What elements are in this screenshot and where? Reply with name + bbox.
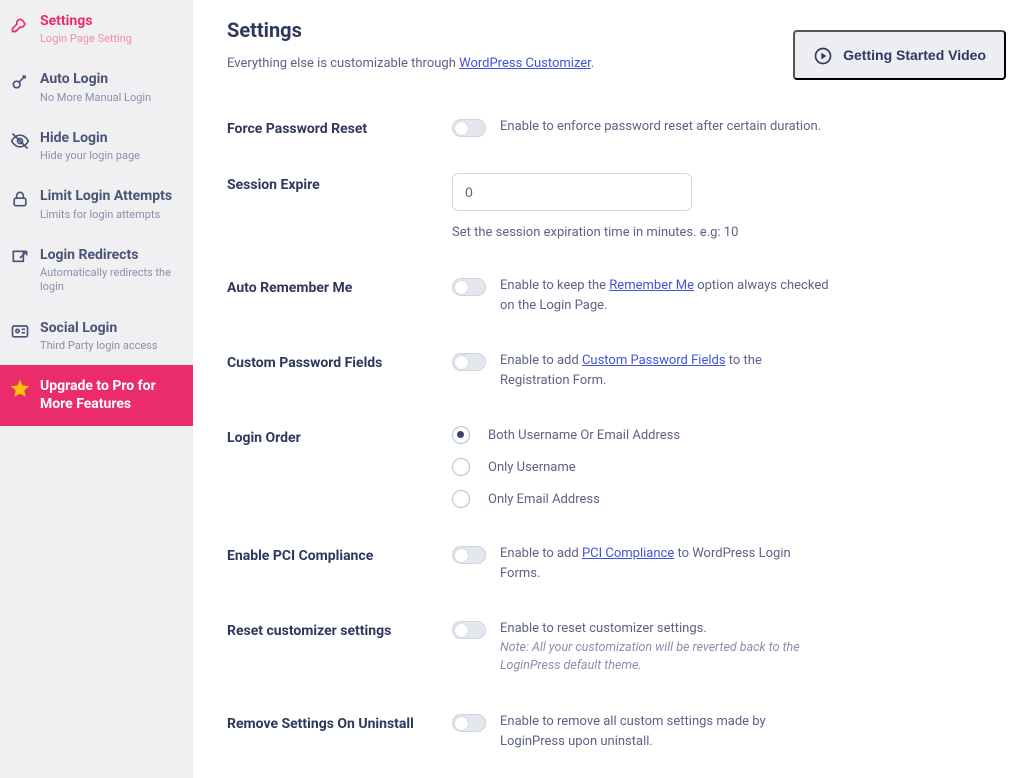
getting-started-video-button[interactable]: Getting Started Video <box>793 30 1006 80</box>
lock-icon <box>10 189 30 209</box>
row-reset-customizer: Reset customizer settings Enable to rese… <box>227 601 990 694</box>
sidebar-item-limit-login-attempts[interactable]: Limit Login Attempts Limits for login att… <box>0 175 193 233</box>
sidebar-item-subtitle: Third Party login access <box>40 339 158 353</box>
label-force-password-reset: Force Password Reset <box>227 117 452 137</box>
row-session-expire: Session Expire Set the session expiratio… <box>227 155 990 258</box>
session-expire-input[interactable] <box>452 173 692 211</box>
remember-me-link[interactable]: Remember Me <box>609 278 694 293</box>
sidebar-item-upgrade-to-pro-for-more-features[interactable]: Upgrade to Pro for More Features <box>0 365 193 425</box>
key-icon <box>10 72 30 92</box>
intro-prefix: Everything else is customizable through <box>227 56 459 71</box>
label-login-order: Login Order <box>227 426 452 446</box>
row-custom-password-fields: Custom Password Fields Enable to add Cus… <box>227 333 990 408</box>
label-pci-compliance: Enable PCI Compliance <box>227 544 452 564</box>
radio-label: Only Username <box>488 460 576 475</box>
video-button-label: Getting Started Video <box>843 47 986 63</box>
custom-password-fields-link[interactable]: Custom Password Fields <box>582 353 726 368</box>
sidebar-item-subtitle: Login Page Setting <box>40 32 132 46</box>
sidebar-item-login-redirects[interactable]: Login Redirects Automatically redirects t… <box>0 234 193 307</box>
helper-session-expire: Set the session expiration time in minut… <box>452 225 990 240</box>
radio-label: Only Email Address <box>488 492 600 507</box>
sidebar-item-hide-login[interactable]: Hide Login Hide your login page <box>0 117 193 175</box>
sidebar: Settings Login Page Setting Auto Login No M… <box>0 0 193 778</box>
desc-pci-compliance: Enable to add PCI Compliance to WordPres… <box>500 544 830 583</box>
sidebar-item-title: Login Redirects <box>40 246 183 264</box>
wrench-icon <box>10 14 30 34</box>
play-icon <box>813 46 833 66</box>
wordpress-customizer-link[interactable]: WordPress Customizer <box>459 56 591 71</box>
row-remove-on-uninstall: Remove Settings On Uninstall Enable to r… <box>227 694 990 769</box>
label-auto-remember-me: Auto Remember Me <box>227 276 452 296</box>
toggle-pci-compliance[interactable] <box>452 546 486 564</box>
label-session-expire: Session Expire <box>227 173 452 193</box>
desc-auto-remember-me: Enable to keep the Remember Me option al… <box>500 276 830 315</box>
desc-custom-password-fields: Enable to add Custom Password Fields to … <box>500 351 830 390</box>
login-order-option[interactable]: Both Username Or Email Address <box>452 426 990 444</box>
login-order-option[interactable]: Only Username <box>452 458 990 476</box>
label-custom-password-fields: Custom Password Fields <box>227 351 452 371</box>
sidebar-item-subtitle: Automatically redirects the login <box>40 266 183 295</box>
row-auto-remember-me: Auto Remember Me Enable to keep the Reme… <box>227 258 990 333</box>
toggle-force-password-reset[interactable] <box>452 119 486 137</box>
redirect-icon <box>10 248 30 268</box>
sidebar-item-title: Social Login <box>40 319 158 337</box>
id-card-icon <box>10 321 30 341</box>
sidebar-item-subtitle: Limits for login attempts <box>40 208 172 222</box>
sidebar-item-title: Settings <box>40 12 132 30</box>
sidebar-item-social-login[interactable]: Social Login Third Party login access <box>0 307 193 365</box>
radio-icon[interactable] <box>452 458 470 476</box>
star-icon <box>10 379 30 399</box>
sidebar-item-auto-login[interactable]: Auto Login No More Manual Login <box>0 58 193 116</box>
sidebar-item-subtitle: No More Manual Login <box>40 91 151 105</box>
desc-reset-customizer: Enable to reset customizer settings. <box>500 619 830 639</box>
sidebar-item-settings[interactable]: Settings Login Page Setting <box>0 0 193 58</box>
radio-label: Both Username Or Email Address <box>488 428 680 443</box>
desc-remove-on-uninstall: Enable to remove all custom settings mad… <box>500 712 830 751</box>
sidebar-item-title: Auto Login <box>40 70 151 88</box>
row-login-order: Login Order Both Username Or Email Addre… <box>227 408 990 526</box>
note-reset-customizer: Note: All your customization will be rev… <box>500 639 830 677</box>
row-force-password-reset: Force Password Reset Enable to enforce p… <box>227 99 990 155</box>
sidebar-item-title: Limit Login Attempts <box>40 187 172 205</box>
toggle-auto-remember-me[interactable] <box>452 278 486 296</box>
toggle-reset-customizer[interactable] <box>452 621 486 639</box>
sidebar-item-title: Upgrade to Pro for More Features <box>40 377 183 413</box>
toggle-custom-password-fields[interactable] <box>452 353 486 371</box>
intro-suffix: . <box>591 56 594 71</box>
main-content: Getting Started Video Settings Everythin… <box>193 0 1024 778</box>
sidebar-item-subtitle: Hide your login page <box>40 149 140 163</box>
row-pci-compliance: Enable PCI Compliance Enable to add PCI … <box>227 526 990 601</box>
app-root: Settings Login Page Setting Auto Login No M… <box>0 0 1024 778</box>
sidebar-item-title: Hide Login <box>40 129 140 147</box>
radio-icon[interactable] <box>452 426 470 444</box>
desc-force-password-reset: Enable to enforce password reset after c… <box>500 117 821 137</box>
label-reset-customizer: Reset customizer settings <box>227 619 452 639</box>
radio-icon[interactable] <box>452 490 470 508</box>
pci-compliance-link[interactable]: PCI Compliance <box>582 546 674 561</box>
label-remove-on-uninstall: Remove Settings On Uninstall <box>227 712 452 732</box>
toggle-remove-on-uninstall[interactable] <box>452 714 486 732</box>
eye-off-icon <box>10 131 30 151</box>
login-order-option[interactable]: Only Email Address <box>452 490 990 508</box>
